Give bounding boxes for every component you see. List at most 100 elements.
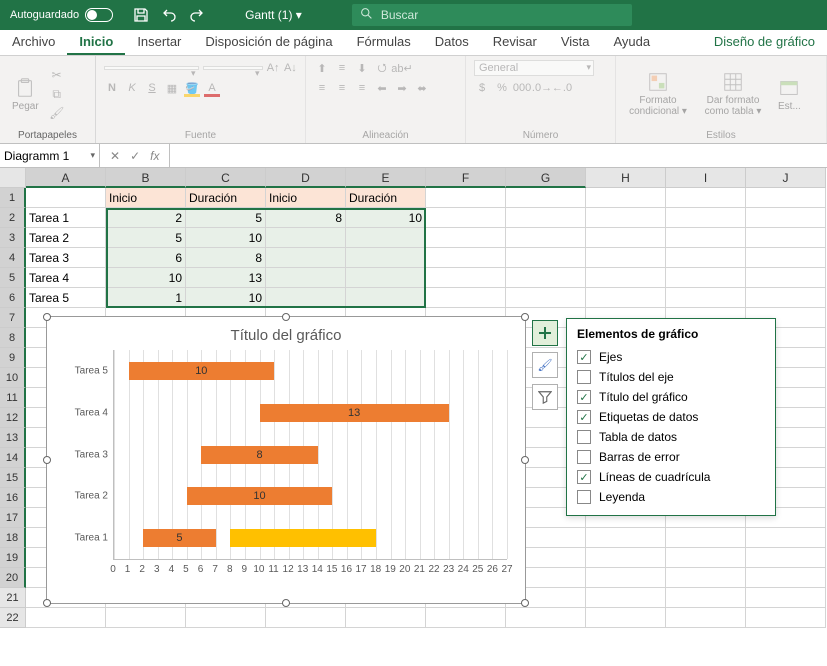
cell[interactable] xyxy=(506,288,586,308)
cell[interactable] xyxy=(666,228,746,248)
row-header[interactable]: 3 xyxy=(0,228,26,248)
cell[interactable] xyxy=(346,268,426,288)
tab-insertar[interactable]: Insertar xyxy=(125,30,193,55)
cell[interactable] xyxy=(746,548,826,568)
percent-icon[interactable]: % xyxy=(494,80,510,96)
cell[interactable]: 6 xyxy=(106,248,186,268)
row-header[interactable]: 5 xyxy=(0,268,26,288)
cell[interactable] xyxy=(746,248,826,268)
chart-title[interactable]: Título del gráfico xyxy=(47,317,525,350)
cell[interactable] xyxy=(586,548,666,568)
number-format-combo[interactable]: General xyxy=(474,60,594,76)
chart-element-option[interactable]: ✓Ejes xyxy=(577,347,765,367)
cell[interactable]: 8 xyxy=(186,248,266,268)
chart-plot-area[interactable]: Tarea 5Tarea 4Tarea 3Tarea 2Tarea 110138… xyxy=(113,350,507,560)
cell[interactable] xyxy=(666,188,746,208)
cell[interactable] xyxy=(746,208,826,228)
row-header[interactable]: 21 xyxy=(0,588,26,608)
col-header[interactable]: F xyxy=(426,168,506,188)
bold-icon[interactable]: N xyxy=(104,80,120,96)
cell[interactable] xyxy=(506,608,586,628)
align-top-icon[interactable]: ⬆ xyxy=(314,60,330,76)
col-header[interactable]: I xyxy=(666,168,746,188)
table-format-button[interactable]: Dar formato como tabla ▾ xyxy=(698,69,768,119)
resize-handle[interactable] xyxy=(521,313,529,321)
cell[interactable] xyxy=(426,248,506,268)
cell[interactable] xyxy=(586,248,666,268)
cell[interactable] xyxy=(746,588,826,608)
tab-archivo[interactable]: Archivo xyxy=(0,30,67,55)
row-header[interactable]: 15 xyxy=(0,468,26,488)
align-center-icon[interactable]: ≡ xyxy=(334,80,350,96)
cell[interactable] xyxy=(666,208,746,228)
chart-elements-button[interactable] xyxy=(532,320,558,346)
cell[interactable] xyxy=(426,208,506,228)
cell[interactable] xyxy=(266,228,346,248)
resize-handle[interactable] xyxy=(521,456,529,464)
cell[interactable] xyxy=(346,608,426,628)
cell[interactable] xyxy=(26,608,106,628)
paste-button[interactable]: Pegar xyxy=(8,75,43,114)
cell[interactable] xyxy=(506,248,586,268)
cell[interactable] xyxy=(666,288,746,308)
cell[interactable]: 10 xyxy=(186,228,266,248)
row-header[interactable]: 4 xyxy=(0,248,26,268)
tab-revisar[interactable]: Revisar xyxy=(481,30,549,55)
format-painter-icon[interactable]: 🖌 xyxy=(49,105,65,121)
resize-handle[interactable] xyxy=(282,599,290,607)
cell[interactable]: Inicio xyxy=(266,188,346,208)
cell[interactable] xyxy=(746,608,826,628)
chart-element-option[interactable]: Títulos del eje xyxy=(577,367,765,387)
row-header[interactable]: 1 xyxy=(0,188,26,208)
document-title[interactable]: Gantt (1) ▾ xyxy=(215,8,332,22)
borders-icon[interactable]: ▦ xyxy=(164,80,180,96)
cell[interactable]: 8 xyxy=(266,208,346,228)
chart-styles-button[interactable]: 🖌 xyxy=(532,352,558,378)
row-header[interactable]: 14 xyxy=(0,448,26,468)
align-left-icon[interactable]: ≡ xyxy=(314,80,330,96)
col-header[interactable]: D xyxy=(266,168,346,188)
cell[interactable] xyxy=(426,608,506,628)
redo-icon[interactable] xyxy=(189,7,205,23)
col-header[interactable]: H xyxy=(586,168,666,188)
cell[interactable] xyxy=(346,248,426,268)
tab-disposicion[interactable]: Disposición de página xyxy=(193,30,344,55)
cell[interactable] xyxy=(666,608,746,628)
cell[interactable] xyxy=(746,528,826,548)
indent-inc-icon[interactable]: ➡ xyxy=(394,80,410,96)
cell[interactable] xyxy=(586,228,666,248)
cell[interactable] xyxy=(26,188,106,208)
cond-format-button[interactable]: Formato condicional ▾ xyxy=(624,69,692,119)
tab-datos[interactable]: Datos xyxy=(423,30,481,55)
thousands-icon[interactable]: 000 xyxy=(514,80,530,96)
chart-filters-button[interactable] xyxy=(532,384,558,410)
cell[interactable] xyxy=(666,528,746,548)
row-header[interactable]: 16 xyxy=(0,488,26,508)
fx-icon[interactable]: fx xyxy=(150,149,159,163)
cell[interactable] xyxy=(266,248,346,268)
cell[interactable] xyxy=(746,568,826,588)
inc-decimal-icon[interactable]: .0→ xyxy=(534,80,550,96)
tab-diseno-grafico[interactable]: Diseño de gráfico xyxy=(702,30,827,55)
row-header[interactable]: 12 xyxy=(0,408,26,428)
cell[interactable]: 1 xyxy=(106,288,186,308)
row-header[interactable]: 7 xyxy=(0,308,26,328)
row-header[interactable]: 8 xyxy=(0,328,26,348)
tab-formulas[interactable]: Fórmulas xyxy=(345,30,423,55)
enter-icon[interactable]: ✓ xyxy=(130,149,140,163)
tab-vista[interactable]: Vista xyxy=(549,30,602,55)
save-icon[interactable] xyxy=(133,7,149,23)
cell[interactable] xyxy=(186,608,266,628)
chart-element-option[interactable]: ✓Título del gráfico xyxy=(577,387,765,407)
resize-handle[interactable] xyxy=(43,599,51,607)
cell[interactable]: 5 xyxy=(106,228,186,248)
cell[interactable] xyxy=(106,608,186,628)
col-header[interactable]: J xyxy=(746,168,826,188)
chart-bar[interactable] xyxy=(230,529,376,547)
cell[interactable] xyxy=(266,608,346,628)
wrap-text-icon[interactable]: ab↵ xyxy=(394,60,410,76)
copy-icon[interactable]: ⧉ xyxy=(49,86,65,102)
chart-bar[interactable]: 8 xyxy=(201,446,317,464)
merge-icon[interactable]: ⬌ xyxy=(414,80,430,96)
cell[interactable] xyxy=(506,188,586,208)
